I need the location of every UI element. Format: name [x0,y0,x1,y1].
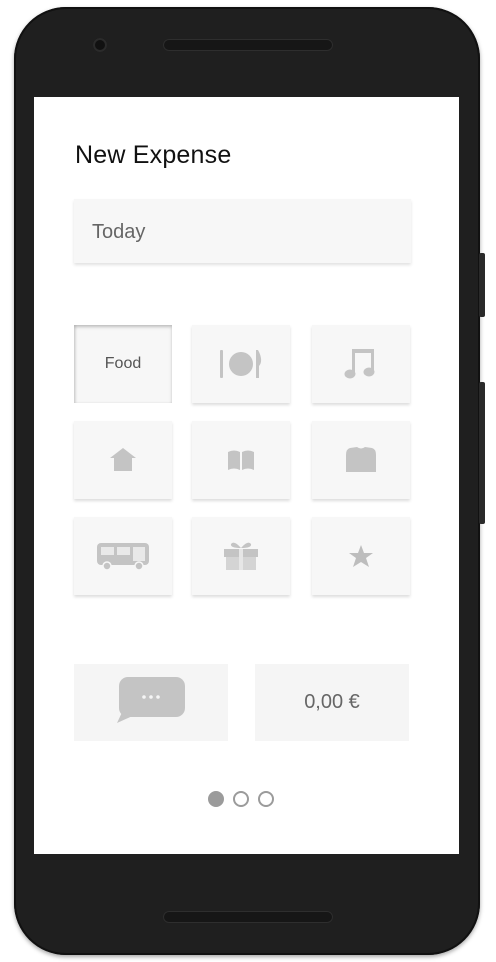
category-other[interactable] [312,517,410,595]
star-icon [348,543,374,569]
shirt-icon [344,445,378,475]
amount-button[interactable]: 0,00 € [255,664,409,741]
date-field-value: Today [92,221,146,243]
page-title: New Expense [75,141,232,169]
music-note-icon [343,346,379,382]
page-dot-1[interactable] [208,791,224,807]
category-education[interactable] [192,421,290,499]
category-transport[interactable] [74,517,172,595]
amount-value: 0,00 € [304,691,360,713]
top-speaker [163,39,333,51]
plate-cutlery-icon [218,347,264,381]
bus-icon [95,540,151,572]
category-dining[interactable] [192,325,290,403]
gift-icon [222,540,260,572]
house-icon [108,446,138,474]
book-icon [226,448,256,472]
category-food[interactable]: Food [74,325,172,403]
page-dot-3[interactable] [258,791,274,807]
front-camera [93,38,107,52]
speech-bubble-icon [115,676,187,729]
category-gifts[interactable] [192,517,290,595]
category-clothing[interactable] [312,421,410,499]
bottom-speaker [163,911,333,923]
app-screen: New Expense Today Food 0,00 € [34,97,459,854]
page-dot-2[interactable] [233,791,249,807]
power-button [479,382,485,524]
comment-button[interactable] [74,664,228,741]
category-food-label: Food [104,355,142,372]
category-music[interactable] [312,325,410,403]
date-field[interactable]: Today [74,199,411,263]
volume-button [479,253,485,317]
category-home[interactable] [74,421,172,499]
page-indicator [208,791,274,807]
